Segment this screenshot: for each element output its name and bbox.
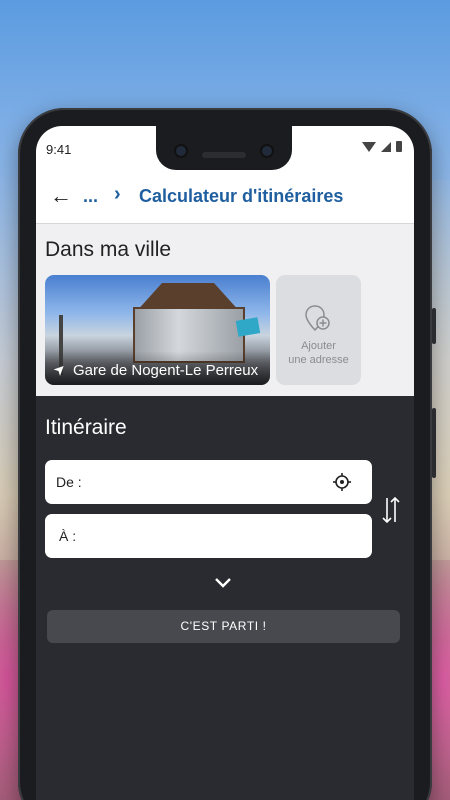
front-sensor (262, 146, 272, 156)
place-card-gare[interactable]: ➤ Gare de Nogent-Le Perreux (45, 275, 270, 385)
city-section: Dans ma ville ➤ Gare de Nogent-Le Perreu… (36, 224, 414, 396)
add-address-card[interactable]: Ajouter une adresse (276, 275, 361, 385)
itinerary-title: Itinéraire (45, 416, 127, 439)
back-arrow-icon[interactable]: ← (50, 184, 72, 208)
pin-plus-icon (305, 305, 330, 332)
earpiece (202, 152, 246, 158)
station-sign-image (235, 317, 261, 337)
phone-screen: 9:41 ← ... › Calculateur d'itinéraires D… (36, 126, 414, 800)
notch (156, 126, 292, 170)
status-time: 9:41 (46, 142, 72, 157)
from-field[interactable]: De : (45, 460, 372, 504)
add-address-line1: Ajouter (301, 340, 336, 352)
wifi-icon (362, 141, 376, 152)
chevron-down-icon[interactable] (213, 576, 233, 590)
add-address-label: Ajouter une adresse (276, 339, 361, 367)
battery-icon (396, 141, 402, 152)
place-card-name: Gare de Nogent-Le Perreux (73, 362, 259, 379)
breadcrumb-ellipsis[interactable]: ... (83, 186, 98, 207)
from-label: De : (56, 474, 82, 490)
signal-icon (381, 141, 391, 152)
to-field[interactable]: À : (45, 514, 372, 558)
phone-volume-button (432, 408, 436, 478)
locate-icon[interactable] (332, 472, 352, 492)
go-button[interactable]: C'EST PARTI ! (47, 610, 400, 643)
app-header: ← ... › Calculateur d'itinéraires (36, 172, 414, 224)
status-icons (362, 141, 402, 152)
front-camera (176, 146, 186, 156)
add-address-line2: une adresse (288, 354, 349, 366)
phone-side-button (432, 308, 436, 344)
city-section-title: Dans ma ville (45, 238, 172, 261)
chevron-right-icon: › (114, 183, 121, 205)
to-label: À : (59, 528, 77, 544)
itinerary-section: Itinéraire De : À : C'EST PARTI ! (36, 396, 414, 800)
pavilion-roof-image (138, 283, 238, 309)
page-title: Calculateur d'itinéraires (139, 186, 344, 206)
swap-icon[interactable] (380, 494, 402, 526)
